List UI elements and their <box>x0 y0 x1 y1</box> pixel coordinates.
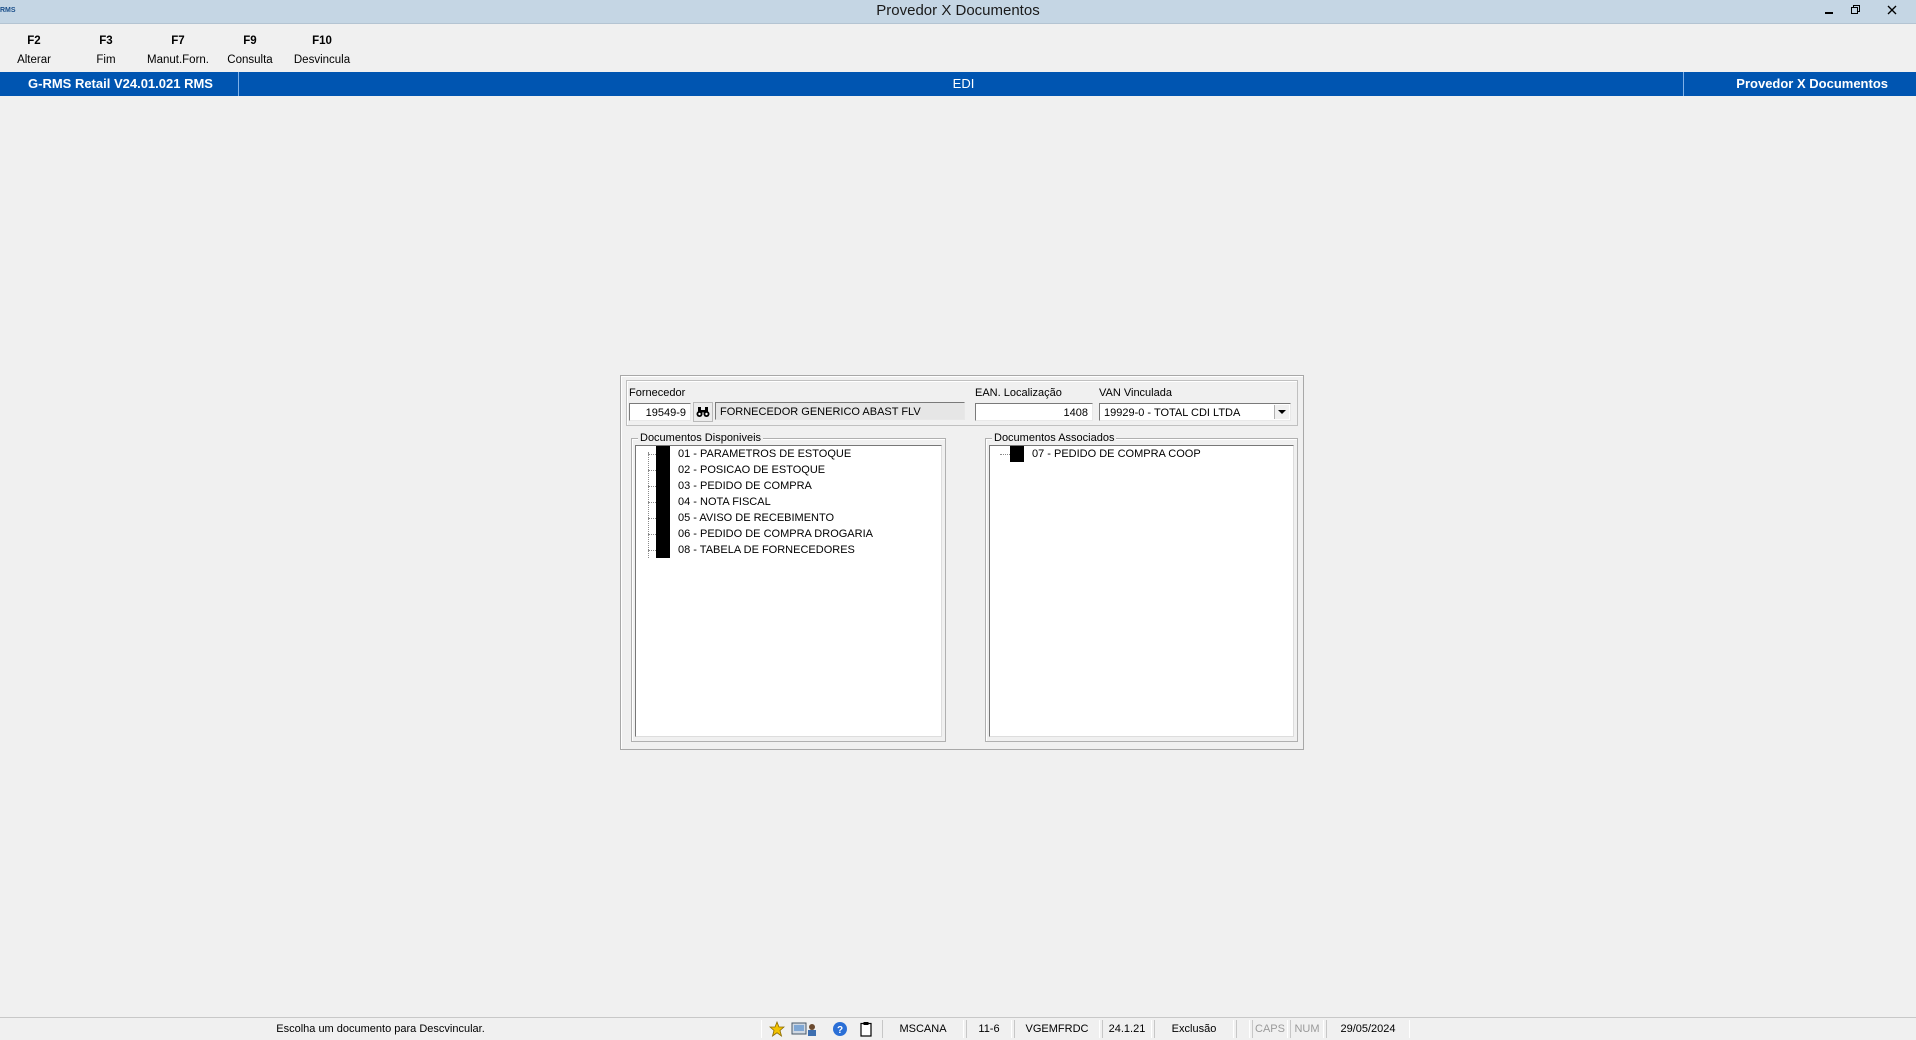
key-label: F9 <box>243 35 257 47</box>
window-title: Provedor X Documentos <box>876 2 1040 19</box>
tree-item-label: 02 - POSICAO DE ESTOQUE <box>678 464 826 476</box>
tree-item-label: 04 - NOTA FISCAL <box>678 496 771 508</box>
system-version-label: G-RMS Retail V24.01.021 RMS <box>28 76 213 91</box>
fornecedor-code-input[interactable]: 19549-9 <box>629 403 691 421</box>
documentos-disponiveis-tree[interactable]: 01 - PARAMETROS DE ESTOQUE 02 - POSICAO … <box>635 445 942 737</box>
status-code: 11-6 <box>966 1020 1012 1038</box>
key-label: F10 <box>312 35 332 47</box>
title-bar: RMS Provedor X Documentos <box>0 0 1916 24</box>
key-label: F7 <box>171 35 185 47</box>
close-button[interactable] <box>1878 0 1906 20</box>
minimize-button[interactable] <box>1815 0 1843 20</box>
van-vinculada-select[interactable]: 19929-0 - TOTAL CDI LTDA <box>1099 403 1291 421</box>
screen-name-label: Provedor X Documentos <box>1736 76 1888 91</box>
action-label: Alterar <box>17 54 51 66</box>
documentos-associados-title: Documentos Associados <box>992 432 1117 444</box>
restore-button[interactable] <box>1842 0 1870 20</box>
document-node-icon <box>656 478 670 494</box>
tree-item-label: 07 - PEDIDO DE COMPRA COOP <box>1032 448 1201 460</box>
f7-manut-forn-button[interactable]: F7 Manut.Forn. <box>143 32 213 70</box>
documentos-disponiveis-group: Documentos Disponiveis 01 - PARAMETROS D… <box>631 432 946 742</box>
restore-icon <box>1851 5 1860 14</box>
header-divider <box>238 72 239 96</box>
function-key-toolbar: F2 Alterar F3 Fim F7 Manut.Forn. F9 Cons… <box>0 24 400 70</box>
tree-item-label: 03 - PEDIDO DE COMPRA <box>678 480 812 492</box>
documentos-associados-group: Documentos Associados 07 - PEDIDO DE COM… <box>985 432 1298 742</box>
f9-consulta-button[interactable]: F9 Consulta <box>222 32 278 70</box>
user-network-icon[interactable] <box>790 1021 820 1037</box>
tree-connector <box>648 452 649 558</box>
van-vinculada-label: VAN Vinculada <box>1099 387 1172 399</box>
f10-desvincula-button[interactable]: F10 Desvincula <box>288 32 356 70</box>
f3-fim-button[interactable]: F3 Fim <box>86 32 126 70</box>
document-node-icon <box>656 446 670 462</box>
action-label: Fim <box>96 54 116 66</box>
status-bar: Escolha um documento para Descvincular. … <box>0 1017 1916 1040</box>
tree-item-label: 05 - AVISO DE RECEBIMENTO <box>678 512 835 524</box>
document-node-icon <box>656 462 670 478</box>
fornecedor-label: Fornecedor <box>629 387 686 399</box>
action-label: Consulta <box>227 54 273 66</box>
key-label: F3 <box>99 35 113 47</box>
document-node-icon <box>656 494 670 510</box>
tree-item-label: 01 - PARAMETROS DE ESTOQUE <box>678 448 852 460</box>
document-node-icon <box>1010 446 1024 462</box>
van-vinculada-value: 19929-0 - TOTAL CDI LTDA <box>1104 407 1241 419</box>
header-divider <box>1683 72 1684 96</box>
status-mode: Exclusão <box>1154 1020 1234 1038</box>
status-user: MSCANA <box>882 1020 964 1038</box>
documentos-disponiveis-title: Documentos Disponiveis <box>638 432 764 444</box>
action-label: Desvincula <box>293 54 351 66</box>
action-label: Manut.Forn. <box>147 54 209 66</box>
f2-alterar-button[interactable]: F2 Alterar <box>10 32 58 70</box>
status-caps: CAPS <box>1252 1020 1288 1038</box>
help-icon[interactable]: ? <box>831 1021 849 1037</box>
svg-text:?: ? <box>837 1025 843 1036</box>
clipboard-icon[interactable] <box>857 1021 875 1037</box>
key-label: F2 <box>27 35 41 47</box>
close-icon <box>1887 5 1897 15</box>
document-node-icon <box>656 526 670 542</box>
favorites-star-icon[interactable] <box>768 1021 786 1037</box>
document-node-icon <box>656 510 670 526</box>
status-program: VGEMFRDC <box>1014 1020 1100 1038</box>
tree-item-label: 06 - PEDIDO DE COMPRA DROGARIA <box>678 528 873 540</box>
provedor-documentos-panel: Fornecedor 19549-9 FORNECEDOR GENERICO A… <box>620 375 1304 750</box>
status-date: 29/05/2024 <box>1326 1020 1410 1038</box>
fornecedor-search-button[interactable] <box>693 402 713 422</box>
documentos-associados-tree[interactable]: 07 - PEDIDO DE COMPRA COOP <box>989 445 1294 737</box>
fornecedor-name-field: FORNECEDOR GENERICO ABAST FLV <box>715 402 965 420</box>
status-num: NUM <box>1290 1020 1324 1038</box>
binoculars-icon <box>696 407 710 417</box>
module-name-label: EDI <box>952 76 975 91</box>
status-spacer <box>1236 1020 1250 1038</box>
ean-localizacao-label: EAN. Localização <box>975 387 1062 399</box>
tree-item-label: 08 - TABELA DE FORNECEDORES <box>678 544 855 556</box>
document-node-icon <box>656 542 670 558</box>
status-message: Escolha um documento para Descvincular. <box>0 1020 762 1038</box>
supplier-fields-box: Fornecedor 19549-9 FORNECEDOR GENERICO A… <box>626 380 1298 426</box>
ean-localizacao-input[interactable]: 1408 <box>975 403 1093 421</box>
chevron-down-icon[interactable] <box>1274 405 1289 419</box>
status-version: 24.1.21 <box>1102 1020 1152 1038</box>
module-header-bar: G-RMS Retail V24.01.021 RMS EDI Provedor… <box>0 72 1916 96</box>
minimize-icon <box>1825 12 1833 14</box>
